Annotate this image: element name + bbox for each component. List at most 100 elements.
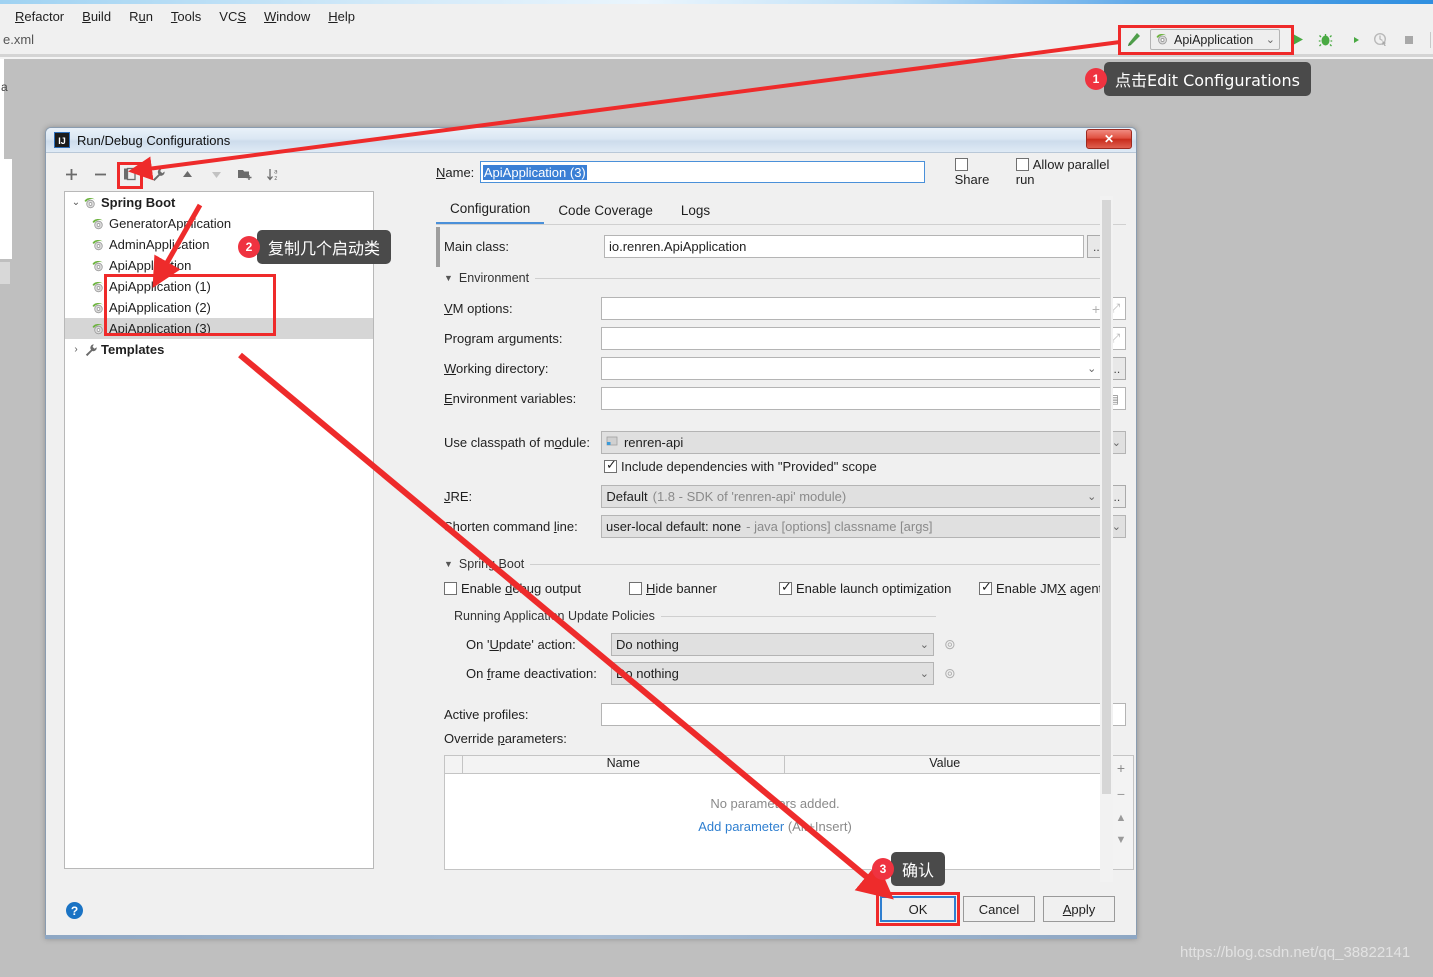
chevron-down-icon[interactable]: ⌄ [920,667,929,680]
environment-variables-input[interactable] [600,387,1126,410]
override-col-name: Name [463,756,785,773]
enable-jmx-agent-checkbox[interactable]: Enable JMX agent [979,579,1103,596]
run-with-coverage-button[interactable] [1342,29,1364,51]
chevron-down-icon[interactable]: ⌄ [1087,362,1096,375]
main-class-input[interactable]: io.renren.ApiApplication [604,235,1084,258]
environment-variables-row: Environment variables: ▤ [444,387,1126,410]
editor-tab-label[interactable]: e.xml [3,32,34,47]
chevron-right-icon[interactable]: › [69,344,83,355]
name-input[interactable]: ApiApplication (3) [479,161,925,183]
shorten-command-line-select[interactable]: user-local default: none - java [options… [600,515,1126,538]
share-checkbox[interactable]: Share [954,157,1004,187]
tab-configuration[interactable]: Configuration [436,201,545,224]
menu-item-build[interactable]: Build [73,7,120,26]
move-up-button[interactable] [174,162,200,186]
on-frame-deactivation-select[interactable]: Do nothing ⌄ [611,662,934,685]
spring-boot-section-header[interactable]: ▼ Spring Boot [444,557,1134,571]
edit-templates-button[interactable] [145,162,171,186]
callout-3: 3 确认 [872,852,946,886]
menu-item-help[interactable]: Help [319,7,364,26]
chevron-down-icon[interactable]: ⌄ [920,638,929,651]
override-move-up-button[interactable]: ▲ [1116,812,1127,824]
add-configuration-button[interactable] [58,162,84,186]
tool-window-stub[interactable] [0,262,10,284]
chevron-down-icon[interactable]: ⌄ [1087,490,1096,503]
on-frame-deactivation-help-icon[interactable]: ⊚ [944,665,956,682]
chevron-down-icon[interactable]: ⌄ [69,197,83,208]
debug-button[interactable] [1314,29,1336,51]
dialog-bottom-bar [45,935,1137,939]
program-arguments-input[interactable] [600,327,1126,350]
tree-item-api-application-2[interactable]: ApiApplication (2) [65,297,373,318]
classpath-module-value: renren-api [623,435,684,450]
checkbox-box [979,579,992,595]
module-icon [606,435,619,450]
on-update-action-select[interactable]: Do nothing ⌄ [611,633,934,656]
remove-configuration-button[interactable] [87,162,113,186]
active-profiles-input[interactable] [600,703,1126,726]
override-add-button[interactable]: + [1117,760,1125,776]
close-icon[interactable]: ✕ [1086,129,1132,149]
include-dependencies-row: Include dependencies with "Provided" sco… [604,457,877,474]
tree-item-label: ApiApplication (1) [109,279,211,294]
allow-parallel-run-checkbox[interactable]: Allow parallel run [1015,157,1126,187]
tab-logs[interactable]: Logs [667,203,724,224]
chevron-down-icon[interactable]: ⌄ [1112,436,1121,449]
chevron-down-icon[interactable]: ▼ [444,559,453,569]
environment-section-label: Environment [458,271,530,285]
allow-parallel-run-label: Allow parallel run [1015,157,1110,187]
hide-banner-checkbox[interactable]: Hide banner [629,581,779,596]
configuration-tree[interactable]: ⌄ Spring Boot GeneratorApplication Admin… [64,191,374,869]
tree-item-api-application-1[interactable]: ApiApplication (1) [65,276,373,297]
dialog-titlebar[interactable]: IJ Run/Debug Configurations ✕ [46,128,1136,153]
jre-select[interactable]: Default (1.8 - SDK of 'renren-api' modul… [601,485,1102,508]
move-down-button[interactable] [203,162,229,186]
tab-code-coverage[interactable]: Code Coverage [544,203,667,224]
chevron-down-icon[interactable]: ▼ [444,273,453,283]
profile-button[interactable] [1370,29,1392,51]
tree-item-templates[interactable]: › Templates [65,339,373,360]
menu-item-tools[interactable]: Tools [162,7,210,26]
tree-item-api-application-3[interactable]: ApiApplication (3) [65,318,373,339]
enable-debug-output-checkbox[interactable]: Enable debug output [444,581,629,596]
override-remove-button[interactable]: − [1117,786,1125,802]
tree-item-label: ApiApplication (3) [109,321,211,336]
classpath-module-row: Use classpath of module: renren-api ⌄ [444,431,1126,454]
enable-jmx-agent-label: Enable JMX agent [996,581,1103,596]
sort-configurations-button[interactable]: a z [261,162,287,186]
environment-section-header[interactable]: ▼ Environment [444,271,1134,285]
checkbox-box [629,582,642,595]
menu-item-window[interactable]: Window [255,7,319,26]
chevron-down-icon[interactable]: ⌄ [1112,520,1121,533]
include-dependencies-label: Include dependencies with "Provided" sco… [621,459,877,474]
on-update-action-value: Do nothing [616,637,679,652]
cancel-button[interactable]: Cancel [963,896,1035,922]
add-parameter-link[interactable]: Add parameter [698,819,784,834]
svg-text:z: z [274,175,278,182]
stop-button[interactable] [1398,29,1420,51]
on-update-action-help-icon[interactable]: ⊚ [944,636,956,653]
override-move-down-button[interactable]: ▼ [1116,834,1127,846]
menu-item-refactor[interactable]: Refactor [6,7,73,26]
tree-item-spring-boot[interactable]: ⌄ Spring Boot [65,192,373,213]
vm-options-input[interactable] [600,297,1126,320]
help-button[interactable]: ? [66,902,83,919]
apply-button[interactable]: Apply [1043,896,1115,922]
include-dependencies-checkbox[interactable]: Include dependencies with "Provided" sco… [604,457,877,474]
jre-value: Default [606,489,648,504]
program-arguments-row: Program arguments: ⤢ [444,327,1126,350]
tab-content-accent-bar [436,227,440,267]
vm-options-add-icon[interactable]: + [1092,301,1100,317]
working-directory-input[interactable]: ⌄ [601,357,1102,380]
enable-launch-optimization-checkbox[interactable]: Enable launch optimization [779,579,979,596]
form-scrollbar-thumb[interactable] [1102,200,1111,794]
move-into-folder-button[interactable] [232,162,258,186]
classpath-module-select[interactable]: renren-api ⌄ [600,431,1126,454]
menu-item-run[interactable]: Run [120,7,162,26]
on-frame-deactivation-row: On frame deactivation: Do nothing ⌄ ⊚ [466,662,1126,685]
override-parameters-row: Override parameters: [444,731,567,746]
dialog-title: Run/Debug Configurations [77,132,231,148]
tree-item-label: GeneratorApplication [109,216,232,231]
menu-item-vcs[interactable]: VCS [210,7,255,26]
spring-boot-icon [91,217,107,231]
